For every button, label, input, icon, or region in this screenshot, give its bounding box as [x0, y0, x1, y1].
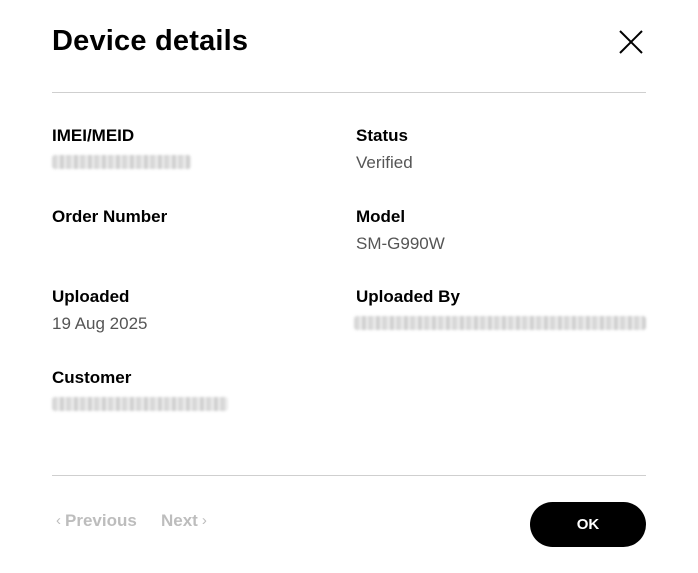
- customer-field: Customer: [52, 367, 348, 416]
- previous-label: Previous: [65, 511, 137, 530]
- uploaded-by-value-redacted: [354, 316, 646, 330]
- status-label: Status: [356, 126, 408, 145]
- close-button[interactable]: [617, 28, 645, 56]
- model-label: Model: [356, 207, 406, 226]
- model-field: Model SM-G990W: [356, 206, 652, 255]
- status-field: Status Verified: [356, 125, 652, 174]
- uploaded-value: 19 Aug 2025: [52, 314, 148, 333]
- device-details-dialog: Device details IMEI/MEID Status Verified…: [0, 0, 698, 573]
- next-label: Next: [161, 511, 198, 530]
- customer-label: Customer: [52, 368, 132, 387]
- status-value: Verified: [356, 153, 413, 172]
- order-number-label: Order Number: [52, 207, 168, 226]
- next-button[interactable]: Next ›: [161, 510, 207, 532]
- close-icon: [617, 28, 645, 56]
- ok-button[interactable]: OK: [530, 502, 646, 547]
- uploaded-field: Uploaded 19 Aug 2025: [52, 286, 348, 335]
- order-number-field: Order Number: [52, 206, 348, 233]
- uploaded-by-label: Uploaded By: [356, 287, 460, 306]
- uploaded-by-field: Uploaded By: [354, 286, 652, 335]
- uploaded-label: Uploaded: [52, 287, 130, 306]
- chevron-right-icon: ›: [201, 512, 207, 529]
- header-divider: [52, 92, 646, 93]
- imei-value-redacted: [52, 155, 191, 169]
- chevron-left-icon: ‹: [56, 512, 61, 529]
- customer-value-redacted: [52, 397, 228, 411]
- imei-label: IMEI/MEID: [52, 126, 135, 145]
- previous-button[interactable]: ‹ Previous: [56, 510, 137, 532]
- footer-divider: [52, 475, 646, 476]
- model-value: SM-G990W: [356, 234, 445, 253]
- dialog-title: Device details: [52, 25, 249, 57]
- imei-field: IMEI/MEID: [52, 125, 348, 174]
